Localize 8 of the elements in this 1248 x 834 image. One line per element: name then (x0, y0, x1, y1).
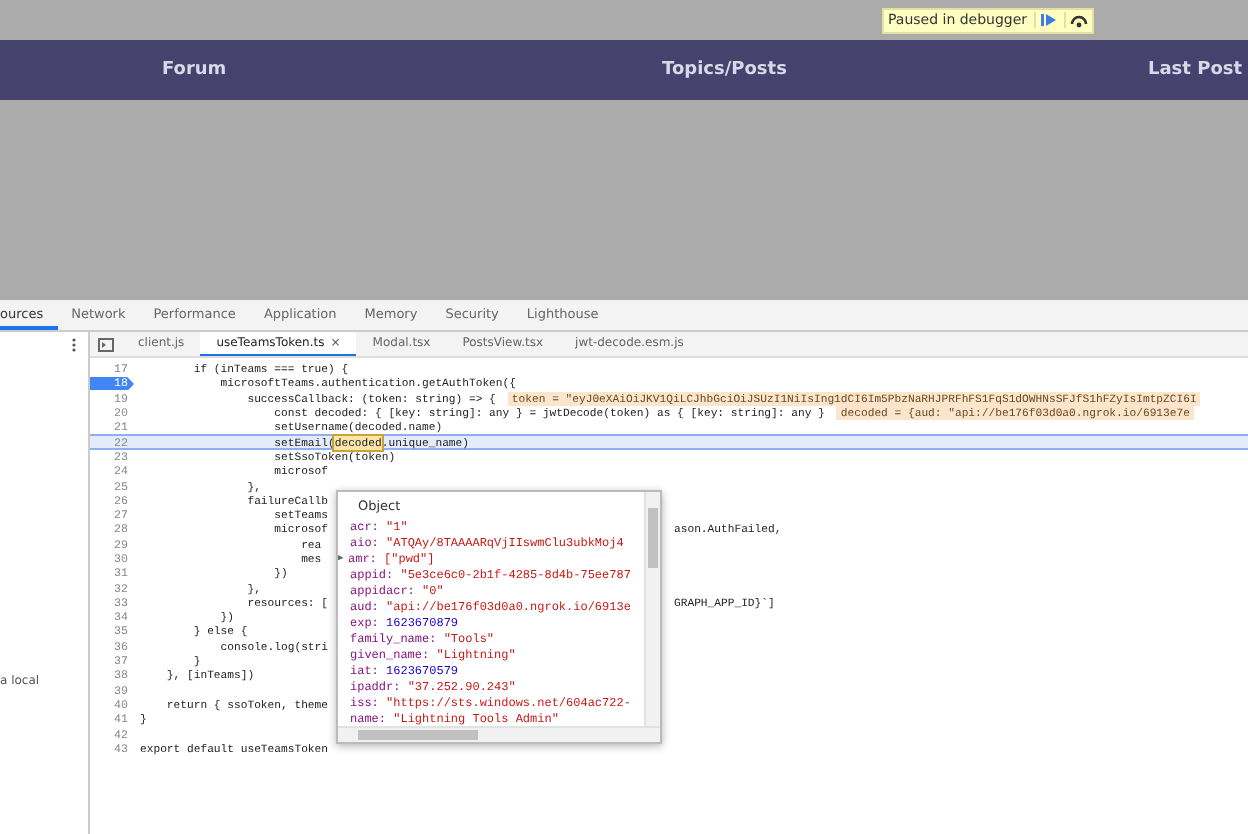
resume-icon[interactable] (1033, 12, 1058, 28)
vertical-scrollbar[interactable] (644, 492, 660, 726)
nav-column-heading: Last Post (1148, 60, 1245, 80)
horizontal-scrollbar[interactable] (338, 726, 660, 742)
nav-column-heading: Topics/Posts (662, 60, 789, 80)
sidebar-toggle-icon[interactable] (98, 337, 114, 351)
nav-column-heading: Forum (162, 60, 229, 80)
step-over-icon[interactable] (1063, 12, 1088, 28)
